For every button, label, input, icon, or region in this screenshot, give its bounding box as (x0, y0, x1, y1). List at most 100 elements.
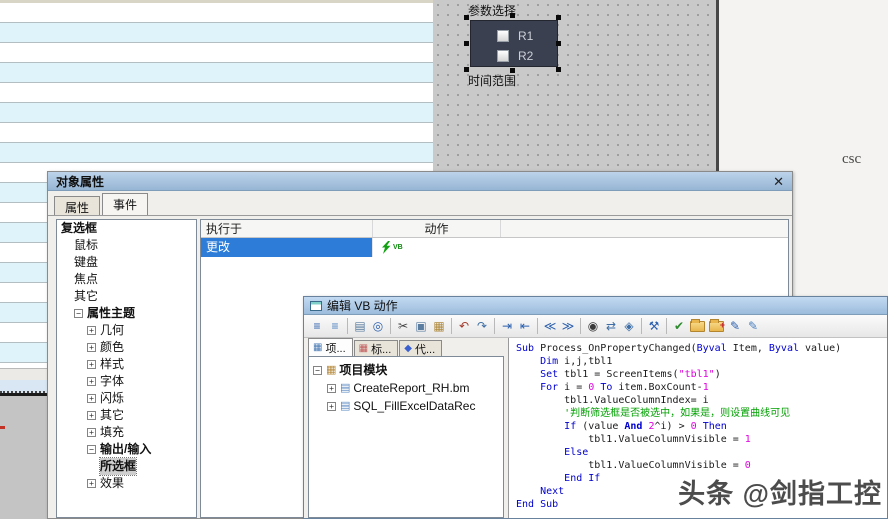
selection-handle[interactable] (464, 15, 469, 20)
tree-item[interactable]: −属性主题 (57, 305, 196, 322)
selection-handle[interactable] (556, 67, 561, 72)
code-line: tbl1.ValueColumnVisible = 1 (516, 433, 887, 446)
undo-icon[interactable]: ↶ (455, 317, 473, 335)
checkbox-row[interactable]: R2 (497, 49, 533, 63)
actions-table-header: 执行于 动作 (201, 220, 788, 238)
code-tab[interactable]: ◆代... (399, 340, 442, 356)
validate-script-icon[interactable]: ✔ (670, 317, 688, 335)
format-left-icon[interactable]: ≪ (541, 317, 559, 335)
checkbox-icon[interactable] (497, 50, 509, 62)
code-line: tbl1.ValueColumnIndex= i (516, 394, 887, 407)
pen-icon[interactable]: ✎ (726, 317, 744, 335)
close-icon[interactable]: ✕ (773, 175, 784, 188)
new-folder-icon[interactable]: + (709, 321, 724, 332)
plus-expander-icon[interactable]: + (87, 343, 96, 352)
toolbar-separator (390, 318, 391, 334)
tree-item[interactable]: +闪烁 (57, 390, 196, 407)
column-header-event[interactable]: 执行于 (201, 220, 373, 237)
tree-item[interactable]: 焦点 (57, 271, 196, 288)
tags-tab-icon: ▦ (359, 344, 368, 354)
selection-handle[interactable] (556, 15, 561, 20)
tree-item[interactable]: 其它 (57, 288, 196, 305)
selection-handle[interactable] (464, 41, 469, 46)
plus-expander-icon[interactable]: + (327, 402, 336, 411)
param-group-label: 参数选择 (468, 2, 516, 19)
tree-item-label: 填充 (100, 424, 124, 441)
tree-item[interactable]: 复选框 (57, 220, 196, 237)
tree-item-label: 样式 (100, 356, 124, 373)
indent-right-icon[interactable]: ⇥ (498, 317, 516, 335)
checkbox-row[interactable]: R1 (497, 29, 533, 43)
format-right-icon[interactable]: ≫ (559, 317, 577, 335)
tree-item[interactable]: +几何 (57, 322, 196, 339)
event-tree: 复选框鼠标键盘焦点其它−属性主题+几何+颜色+样式+字体+闪烁+其它+填充−输出… (56, 219, 197, 518)
toolbar-separator (451, 318, 452, 334)
plus-expander-icon[interactable]: + (87, 326, 96, 335)
tab-properties[interactable]: 属性 (54, 196, 100, 215)
tree-item[interactable]: + 样式 (57, 356, 196, 373)
tree-item[interactable]: +颜色 (57, 339, 196, 356)
vb-toolbar: ≡≡▤◎✂▣▦↶↷⇥⇤≪≫◉⇄◈⚒✔+✎✎ (304, 315, 887, 338)
column-header-action[interactable]: 动作 (373, 220, 501, 237)
copy-icon[interactable]: ▣ (412, 317, 430, 335)
plus-expander-icon[interactable]: + (87, 411, 96, 420)
project-tab[interactable]: ▦项... (308, 338, 353, 356)
table-row[interactable]: 更改 VB (201, 238, 788, 257)
panel-lines2-icon[interactable]: ≡ (326, 317, 344, 335)
minus-expander-icon[interactable]: − (313, 366, 322, 375)
minus-expander-icon[interactable]: − (74, 309, 83, 318)
code-line: '判断筛选框是否被选中，如果是，则设置曲线可见 (516, 407, 887, 420)
open-folder-icon[interactable] (690, 321, 705, 332)
plus-expander-icon[interactable]: + (87, 428, 96, 437)
print-preview-icon[interactable]: ◎ (369, 317, 387, 335)
tree-item[interactable]: +其它 (57, 407, 196, 424)
project-tree-item[interactable]: −▦项目模块 (309, 361, 503, 379)
redo-icon[interactable]: ↷ (473, 317, 491, 335)
panel-lines-icon[interactable]: ≡ (308, 317, 326, 335)
tree-item[interactable]: 键盘 (57, 254, 196, 271)
tree-item[interactable]: + 效果 (57, 475, 196, 492)
tree-item[interactable]: 所选框 (57, 458, 196, 475)
project-tree-item[interactable]: +▤CreateReport_RH.bm (309, 379, 503, 397)
tree-item[interactable]: 鼠标 (57, 237, 196, 254)
selection-handle[interactable] (556, 41, 561, 46)
cut-icon[interactable]: ✂ (394, 317, 412, 335)
print-icon[interactable]: ▤ (351, 317, 369, 335)
find-icon[interactable]: ◉ (584, 317, 602, 335)
action-cell[interactable]: VB (373, 238, 501, 257)
screen: csc 参数选择 R1 R2 时间范围 对象属性 ✕ 属性 事件 复选框鼠标键盘… (0, 0, 888, 519)
checkbox-widget[interactable]: R1 R2 (470, 20, 558, 67)
tree-item[interactable]: +字体 (57, 373, 196, 390)
tab-baseline (48, 215, 792, 216)
toolbar-separator (494, 318, 495, 334)
tree-item-label: 效果 (100, 475, 124, 492)
project-tree-item[interactable]: +▤SQL_FillExcelDataRec (309, 397, 503, 415)
code-line: Sub Process_OnPropertyChanged(Byval Item… (516, 342, 887, 355)
code-line: Else (516, 446, 887, 459)
plus-expander-icon[interactable]: + (87, 394, 96, 403)
tab-events[interactable]: 事件 (102, 193, 148, 215)
tags-tab[interactable]: ▦标... (354, 340, 399, 356)
plus-expander-icon[interactable]: + (87, 377, 96, 386)
find-next-icon[interactable]: ◈ (620, 317, 638, 335)
selection-handle[interactable] (510, 13, 515, 18)
wrench-icon[interactable]: ⚒ (645, 317, 663, 335)
pen2-icon[interactable]: ✎ (744, 317, 762, 335)
project-item-label: CreateReport_RH.bm (353, 379, 469, 397)
paste-icon[interactable]: ▦ (430, 317, 448, 335)
plus-expander-icon[interactable]: + (327, 384, 336, 393)
checkbox-icon[interactable] (497, 30, 509, 42)
plus-expander-icon[interactable]: + (87, 479, 96, 488)
ruler-marker (0, 426, 5, 429)
replace-icon[interactable]: ⇄ (602, 317, 620, 335)
plus-expander-icon[interactable]: + (87, 360, 96, 369)
indent-left-icon[interactable]: ⇤ (516, 317, 534, 335)
dialog-titlebar[interactable]: 对象属性 ✕ (48, 172, 792, 191)
module-icon: ▦ (326, 361, 336, 379)
tree-item[interactable]: −输出/输入 (57, 441, 196, 458)
vb-titlebar[interactable]: 编辑 VB 动作 (304, 297, 887, 315)
tree-item[interactable]: + 填充 (57, 424, 196, 441)
event-cell[interactable]: 更改 (201, 238, 373, 257)
toolbar-separator (580, 318, 581, 334)
minus-expander-icon[interactable]: − (87, 445, 96, 454)
